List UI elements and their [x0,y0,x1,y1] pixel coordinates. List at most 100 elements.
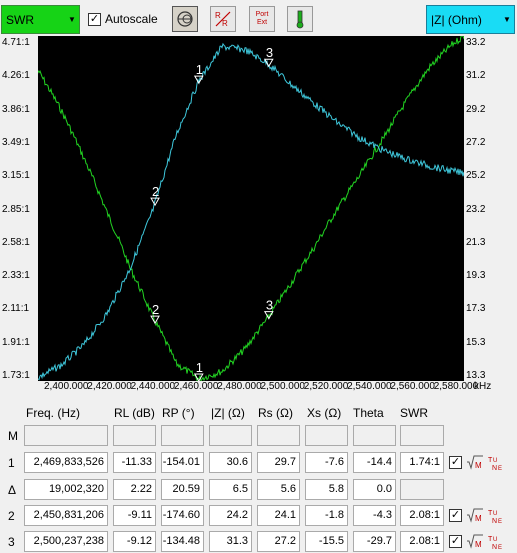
table-cell[interactable] [209,425,252,446]
chevron-down-icon: ▼ [503,15,511,24]
y-left-tick-label: 3.49:1 [2,136,30,148]
y-left-tick-label: 4.71:1 [2,37,30,48]
svg-text:E: E [498,466,502,472]
port-ext-button[interactable]: Port Ext [249,6,275,32]
column-header: SWR [400,406,428,420]
y-right-tick-label: 23.2 [466,203,486,215]
marker-label: 1 [196,62,203,77]
tune-icon[interactable]: TUNE [487,507,507,527]
row-label: 2 [8,509,15,523]
y-left-tick-label: 1.73:1 [2,370,30,381]
y-left-tick-label: 3.15:1 [2,170,30,182]
autoscale-toggle[interactable]: ✓ Autoscale [88,12,158,26]
svg-text:N: N [492,518,497,525]
tune-icon[interactable]: TUNE [487,454,507,474]
column-header: |Z| (Ω) [211,406,245,420]
marker-frequency-input[interactable] [24,425,108,446]
y-left-tick-label: 2.58:1 [2,236,30,248]
rl-rp-button[interactable]: R R [210,6,236,32]
right-trace-select[interactable]: |Z| (Ohm) ▼ [426,5,515,34]
table-cell: -9.11 [113,505,156,526]
x-tick-label: 2,400.000 [44,381,89,392]
y-left-tick-label: 1.91:1 [2,336,30,348]
autoscale-label: Autoscale [105,12,158,26]
table-cell: 5.6 [257,479,300,500]
y-right-tick-label: 19.3 [466,270,486,282]
table-cell: 29.7 [257,452,300,473]
svg-text:M: M [475,514,482,523]
table-cell: -15.5 [305,531,348,552]
math-sqrt-icon[interactable]: M [466,507,484,525]
row-label: 1 [8,456,15,470]
return-loss-icon: R R [215,11,231,28]
left-trace-select[interactable]: SWR ▼ [1,5,80,34]
table-cell: 5.8 [305,479,348,500]
marker-label: 1 [196,360,203,375]
plot-area[interactable]: 1 1 2 2 3 3 [37,35,465,383]
marker-label: 2 [152,184,159,199]
table-cell: 30.6 [209,452,252,473]
tune-icon[interactable]: TUNE [487,533,507,553]
column-header: Xs (Ω) [307,406,342,420]
plot-svg: 1 1 2 2 3 3 [37,35,465,383]
marker-visible-checkbox[interactable]: ✓ [449,456,462,469]
table-cell: -4.3 [353,505,396,526]
row-label: 3 [8,535,15,549]
autoscale-checkbox[interactable]: ✓ [88,12,101,26]
toolbar: SWR ▼ ✓ Autoscale R R Port Ext |Z| (Ohm)… [0,0,517,36]
x-tick-label: 2,480.000 [217,381,262,392]
column-header: Rs (Ω) [258,406,293,420]
y-right-tick-label: 29.2 [466,103,486,115]
impedance-trace-line [37,42,465,381]
marker-visible-checkbox[interactable]: ✓ [449,509,462,522]
x-tick-label: 2,580.000 [433,381,479,392]
x-tick-label: 2,540.000 [347,381,392,392]
left-trace-select-value: SWR [6,12,34,27]
svg-text:E: E [498,519,502,525]
table-cell[interactable] [113,425,156,446]
svg-text:U: U [493,537,497,543]
y-left-tick-label: 4.26:1 [2,70,30,82]
y-right-tick-label: 27.2 [466,136,486,148]
y-right-tick-label: 21.3 [466,236,486,248]
swr-trace-line [37,35,465,383]
svg-text:R: R [222,19,228,28]
table-cell[interactable] [400,425,444,446]
table-cell: 2.22 [113,479,156,500]
x-tick-label: 2,420.000 [87,381,132,392]
table-cell: -134.48 [161,531,204,552]
table-cell [400,479,444,500]
table-cell[interactable] [305,425,348,446]
table-cell: -174.60 [161,505,204,526]
x-tick-label: 2,520.000 [303,381,349,392]
chevron-down-icon: ▼ [68,15,76,24]
marker-label: 3 [266,45,273,60]
table-cell: -11.33 [113,452,156,473]
right-trace-select-value: |Z| (Ohm) [431,12,482,27]
table-cell: 2,500,237,238 [24,531,108,552]
table-cell: 2,469,833,526 [24,452,108,473]
y-left-tick-label: 2.11:1 [2,303,30,315]
smith-chart-button[interactable] [172,6,198,32]
table-cell: 27.2 [257,531,300,552]
table-cell: -154.01 [161,452,204,473]
marker-visible-checkbox[interactable]: ✓ [449,535,462,548]
math-sqrt-icon[interactable]: M [466,454,484,472]
table-cell: 2.08:1 [400,531,444,552]
math-sqrt-icon[interactable]: M [466,533,484,551]
thermometer-icon [296,10,304,29]
x-tick-label: 2,500.000 [260,381,306,392]
table-cell[interactable] [161,425,204,446]
table-cell: -9.12 [113,531,156,552]
svg-text:U: U [493,511,497,517]
table-cell: -7.6 [305,452,348,473]
table-cell: -1.8 [305,505,348,526]
x-tick-label: 2,560.000 [390,381,435,392]
svg-text:R: R [215,11,221,20]
marker-label: 2 [152,302,159,317]
table-cell[interactable] [353,425,396,446]
table-cell: -29.7 [353,531,396,552]
thermometer-button[interactable] [287,6,313,32]
svg-text:N: N [492,544,497,551]
table-cell[interactable] [257,425,300,446]
